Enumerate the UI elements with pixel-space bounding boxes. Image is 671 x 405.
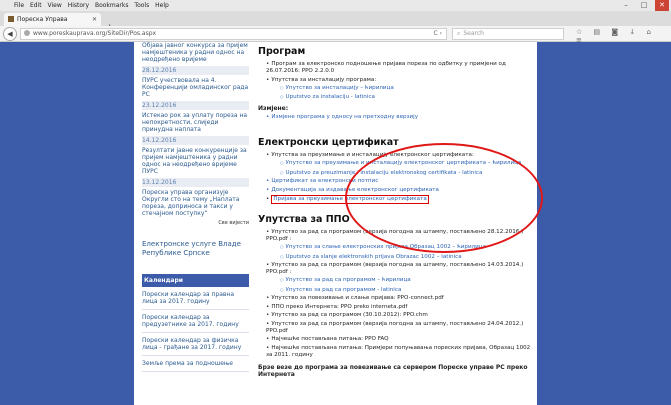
search-placeholder: Search <box>463 30 484 37</box>
news-link[interactable]: Истекао рок за уплату пореза на непокрет… <box>142 112 249 133</box>
download-icon[interactable]: ↓ <box>629 28 635 36</box>
news-link[interactable]: ПУРС учествовала на 4. Конференцији омла… <box>142 77 249 98</box>
news-date: 13.12.2016 <box>142 178 249 187</box>
bookmark-star-icon[interactable]: ☆ <box>576 28 582 36</box>
list-item[interactable]: Упутство за рад са програмом - latinica <box>280 286 533 294</box>
ppo-list: Упутство за рад са програмом (верзија по… <box>258 229 533 359</box>
red-annotation-ellipse <box>345 143 543 253</box>
minimize-icon[interactable]: – <box>619 0 633 11</box>
news-list: Објава јавног конкурса за пријем намјешт… <box>142 42 249 217</box>
list-item[interactable]: Упутство за инсталацију – ћирилица <box>280 84 533 92</box>
news-date: 23.12.2016 <box>142 101 249 110</box>
calendar-item[interactable]: Порески календар за предузетнике за 2017… <box>142 310 249 333</box>
list-item[interactable]: Програм за електронско подношење пријава… <box>266 61 533 75</box>
program-item: Програм за електронско подношење пријава… <box>266 61 506 74</box>
url-bar[interactable]: www.poreskauprava.org/SiteDir/Pos.aspx C… <box>20 28 447 40</box>
back-button[interactable]: ◀ <box>3 27 17 41</box>
news-item: 14.12.2016 Резултати јавне конкуренције … <box>142 136 249 175</box>
govt-services-link[interactable]: Електронске услуге Владе Републике Српск… <box>142 240 249 258</box>
news-date: 28.12.2016 <box>142 66 249 75</box>
news-item: Објава јавног конкурса за пријем намјешт… <box>142 42 249 63</box>
left-column: Објава јавног конкурса за пријем намјешт… <box>142 42 249 372</box>
list-item[interactable]: Uputstvo za slanje elektronskih prijava … <box>280 253 533 261</box>
list-item[interactable]: Uputstvo za instalaciju - latinica <box>280 93 533 101</box>
main-column: Програм Програм за електронско подношење… <box>258 42 543 378</box>
list-item[interactable]: Упутство за рад са програмом – ћирилица <box>280 276 533 284</box>
tab-bar: Пореска Управа Републи... ✕ + <box>0 11 671 36</box>
list-item[interactable]: Најчешће постављана питања: Примјери поп… <box>266 345 533 359</box>
footer-text: Брзе везе до програма за повезивање са с… <box>258 363 528 378</box>
menu-bookmarks[interactable]: Bookmarks <box>95 0 129 11</box>
reload-icon[interactable]: C › <box>434 29 443 39</box>
menu-file[interactable]: File <box>14 0 24 11</box>
calendar-item[interactable]: Земље према за подношење <box>142 356 249 372</box>
menu-edit[interactable]: Edit <box>30 0 42 11</box>
calendar-item[interactable]: Порески календар за правна лица за 2017.… <box>142 287 249 310</box>
home-icon[interactable]: ⌂ <box>647 28 651 36</box>
news-link[interactable]: Објава јавног конкурса за пријем намјешт… <box>142 42 249 63</box>
search-icon: ⌕ <box>457 30 461 37</box>
page-content: Објава јавног конкурса за пријем намјешт… <box>134 42 543 405</box>
news-item: 13.12.2016 Пореска управа организује Окр… <box>142 178 249 217</box>
menu-items: File Edit View History Bookmarks Tools H… <box>10 0 169 11</box>
program-heading: Програм <box>258 46 306 57</box>
favicon-icon <box>8 16 14 22</box>
maximize-icon[interactable]: □ <box>637 0 651 11</box>
page-background-right <box>537 42 671 405</box>
program-list: Програм за електронско подношење пријава… <box>258 61 533 101</box>
menu-tools[interactable]: Tools <box>134 0 149 11</box>
window-controls: – □ ✕ <box>615 0 669 11</box>
menu-view[interactable]: View <box>48 0 62 11</box>
list-item[interactable]: Упутство за рад са програмом (30.10.2012… <box>266 312 533 319</box>
url-text: www.poreskauprava.org/SiteDir/Pos.aspx <box>33 30 157 37</box>
certificate-heading: Електронски цертификат <box>258 137 399 148</box>
changes-heading: Измјене: <box>258 105 289 112</box>
list-item[interactable]: ППО преко Интернета: PPO preko interneta… <box>266 304 533 311</box>
list-item[interactable]: Упутство за рад са програмом (верзија по… <box>266 321 533 335</box>
close-window-icon[interactable]: ✕ <box>655 0 669 11</box>
news-item: 23.12.2016 Истекао рок за уплату пореза … <box>142 101 249 133</box>
menu-bar: File Edit View History Bookmarks Tools H… <box>0 0 671 11</box>
program-item: Упутства за инсталацију програма: <box>271 76 377 83</box>
changes-link[interactable]: Измјене програма у односу на претходну в… <box>266 114 533 121</box>
navigation-bar: ◀ www.poreskauprava.org/SiteDir/Pos.aspx… <box>0 26 671 44</box>
calendar-item[interactable]: Порески календар за физичка лица - грађа… <box>142 333 249 356</box>
list-item: Упутства за инсталацију програма: Упутст… <box>266 77 533 102</box>
more-news-link[interactable]: Све вијести <box>142 220 249 226</box>
menu-help[interactable]: Help <box>155 0 169 11</box>
news-link[interactable]: Пореска управа организује Округли сто на… <box>142 189 249 217</box>
list-item[interactable]: Најчешће постављана питања: PPO FAQ <box>266 336 533 343</box>
list-item[interactable]: Упутство за повезивање и слање пријава: … <box>266 295 533 302</box>
calendar-header: Календари <box>142 274 249 287</box>
ppo-item: Упутство за рад са програмом (верзија по… <box>266 262 524 275</box>
news-item: 28.12.2016 ПУРС учествовала на 4. Конфер… <box>142 66 249 98</box>
news-link[interactable]: Резултати јавне конкуренције за пријем н… <box>142 147 249 175</box>
pocket-icon[interactable]: ◙ <box>611 28 618 36</box>
list-item[interactable]: Упутство за рад са програмом (верзија по… <box>266 262 533 294</box>
close-tab-icon[interactable]: ✕ <box>92 13 97 26</box>
menu-history[interactable]: History <box>68 0 89 11</box>
news-date: 14.12.2016 <box>142 136 249 145</box>
reading-list-icon[interactable]: ▤ <box>594 28 601 36</box>
page-background-left <box>0 42 134 405</box>
search-input[interactable]: ⌕ Search <box>452 28 564 40</box>
calendar-list: Порески календар за правна лица за 2017.… <box>142 287 249 372</box>
browser-tab[interactable]: Пореска Управа Републи... ✕ <box>4 13 101 36</box>
globe-icon <box>24 30 30 36</box>
